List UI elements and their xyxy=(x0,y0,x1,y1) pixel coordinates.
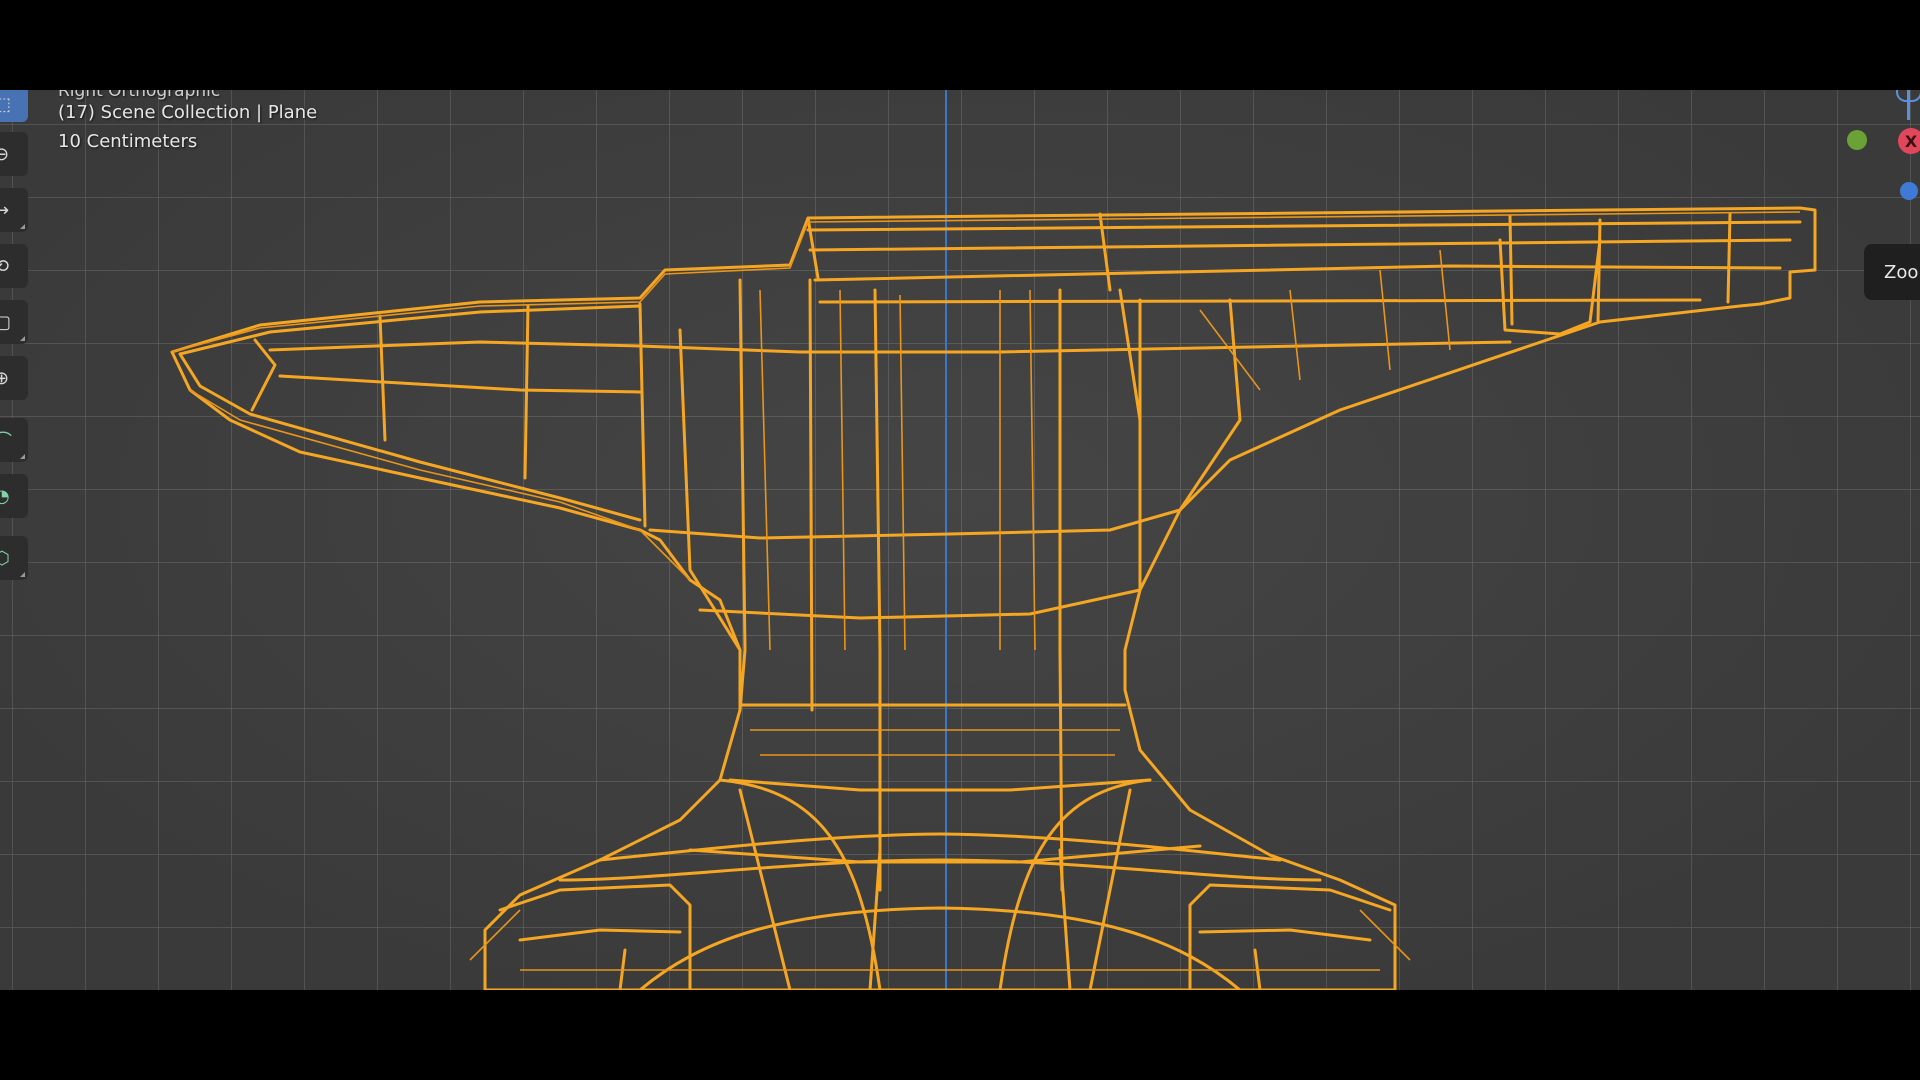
scale-label: 10 Centimeters xyxy=(58,131,198,152)
select-box-icon: ⬚ xyxy=(0,93,12,115)
collection-label: (17) Scene Collection | Plane xyxy=(58,102,318,123)
gizmo-z-axis-ball[interactable] xyxy=(1900,182,1918,200)
transform-icon: ⊕ xyxy=(0,367,10,389)
zoom-tooltip[interactable]: Zoom xyxy=(1864,244,1920,300)
gizmo-y-axis-ball[interactable] xyxy=(1847,130,1867,150)
annotate-icon: ⌒ xyxy=(0,431,12,452)
measure-icon: ◔ xyxy=(0,485,10,507)
measure-tool[interactable]: ◔ xyxy=(0,474,28,518)
gizmo-x-label: X xyxy=(1904,131,1918,151)
tool-shelf: ⬚ ⊖ ↦ ⟲ ▢ ⊕ ⌒ ◔ ⬡ xyxy=(0,90,30,610)
letterbox-bottom xyxy=(0,990,1920,1080)
gizmo-x-axis-ball[interactable]: X xyxy=(1898,128,1920,154)
move-tool[interactable]: ↦ xyxy=(0,188,28,232)
rotate-tool[interactable]: ⟲ xyxy=(0,244,28,288)
select-box-tool[interactable]: ⬚ xyxy=(0,90,28,122)
tool-submenu-indicator xyxy=(20,224,25,229)
tool-submenu-indicator xyxy=(20,336,25,341)
cursor-icon: ⊖ xyxy=(0,143,10,165)
letterbox-top xyxy=(0,0,1920,90)
add-cube-icon: ⬡ xyxy=(0,547,10,569)
tool-submenu-indicator xyxy=(20,572,25,577)
3d-viewport[interactable]: ⬚ ⊖ ↦ ⟲ ▢ ⊕ ⌒ ◔ ⬡ Right Orthographic (17… xyxy=(0,90,1920,990)
scale-tool[interactable]: ▢ xyxy=(0,300,28,344)
gizmo-z-axis xyxy=(1907,90,1910,120)
move-icon: ↦ xyxy=(0,199,10,221)
rotate-icon: ⟲ xyxy=(0,255,10,277)
add-cube-tool[interactable]: ⬡ xyxy=(0,536,28,580)
view-name-label: Right Orthographic xyxy=(58,90,221,101)
zoom-label: Zoom xyxy=(1884,261,1920,283)
anvil-outline xyxy=(170,206,1817,990)
transform-tool[interactable]: ⊕ xyxy=(0,356,28,400)
tool-submenu-indicator xyxy=(20,454,25,459)
scale-icon: ▢ xyxy=(0,311,12,333)
anvil-wireframe xyxy=(170,206,1817,990)
annotate-tool[interactable]: ⌒ xyxy=(0,418,28,462)
cursor-tool[interactable]: ⊖ xyxy=(0,132,28,176)
